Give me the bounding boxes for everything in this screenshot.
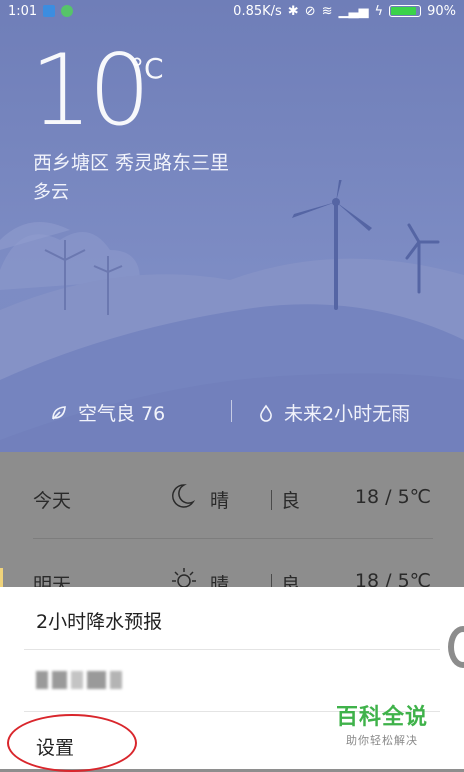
watermark-subtitle: 助你轻松解决	[346, 734, 418, 747]
menu-item-rain-forecast[interactable]: 2小时降水预报	[36, 607, 162, 634]
network-speed: 0.85K/s	[233, 3, 282, 19]
divider	[231, 400, 232, 422]
vibrate-icon: ⊘	[304, 3, 316, 19]
menu-divider	[24, 649, 440, 650]
forecast-day: 今天	[33, 490, 72, 512]
leaf-icon	[52, 405, 66, 420]
forecast-weather: 晴	[210, 490, 230, 512]
divider	[271, 490, 272, 510]
rain-forecast[interactable]: 未来2小时无雨	[258, 399, 410, 426]
wifi-icon: ≋	[321, 3, 333, 19]
moon-icon	[169, 482, 196, 515]
row-divider	[33, 538, 433, 539]
air-quality-label: 空气良 76	[78, 403, 166, 425]
charging-icon: ϟ	[374, 3, 384, 19]
temperature-unit: °C	[130, 52, 164, 85]
forecast-temp-range: 18 / 5℃	[354, 486, 431, 508]
condition-label: 多云	[33, 182, 69, 203]
signal-icon: ▁▃▅	[338, 3, 369, 19]
watermark-title: 百科全说	[336, 705, 429, 730]
status-time: 1:01	[8, 3, 38, 19]
watermark: 百科全说 助你轻松解决	[336, 699, 428, 748]
status-bar: 1:01 0.85K/s ✱ ⊘ ≋ ▁▃▅ ϟ 90%	[0, 0, 464, 22]
bluetooth-icon: ✱	[287, 3, 299, 19]
battery-icon	[389, 5, 422, 17]
app-notification-icon	[43, 5, 56, 17]
air-quality[interactable]: 空气良 76	[50, 399, 165, 426]
android-icon	[61, 5, 74, 17]
annotation-circle	[7, 714, 137, 772]
battery-percent: 90%	[427, 3, 456, 19]
battery-fill	[391, 7, 417, 15]
menu-item-obscured[interactable]	[36, 669, 123, 691]
location-label[interactable]: 西乡塘区 秀灵路东三里	[33, 148, 229, 175]
weather-hero: 10 °C 西乡塘区 秀灵路东三里 多云 空气良 76 未来2小时无雨	[0, 0, 464, 452]
rain-forecast-label: 未来2小时无雨	[284, 403, 411, 425]
forecast-row-today[interactable]: 今天 晴 良 18 / 5℃	[33, 484, 433, 526]
raindrop-icon	[260, 404, 272, 422]
forecast-aqi: 良	[281, 490, 301, 512]
